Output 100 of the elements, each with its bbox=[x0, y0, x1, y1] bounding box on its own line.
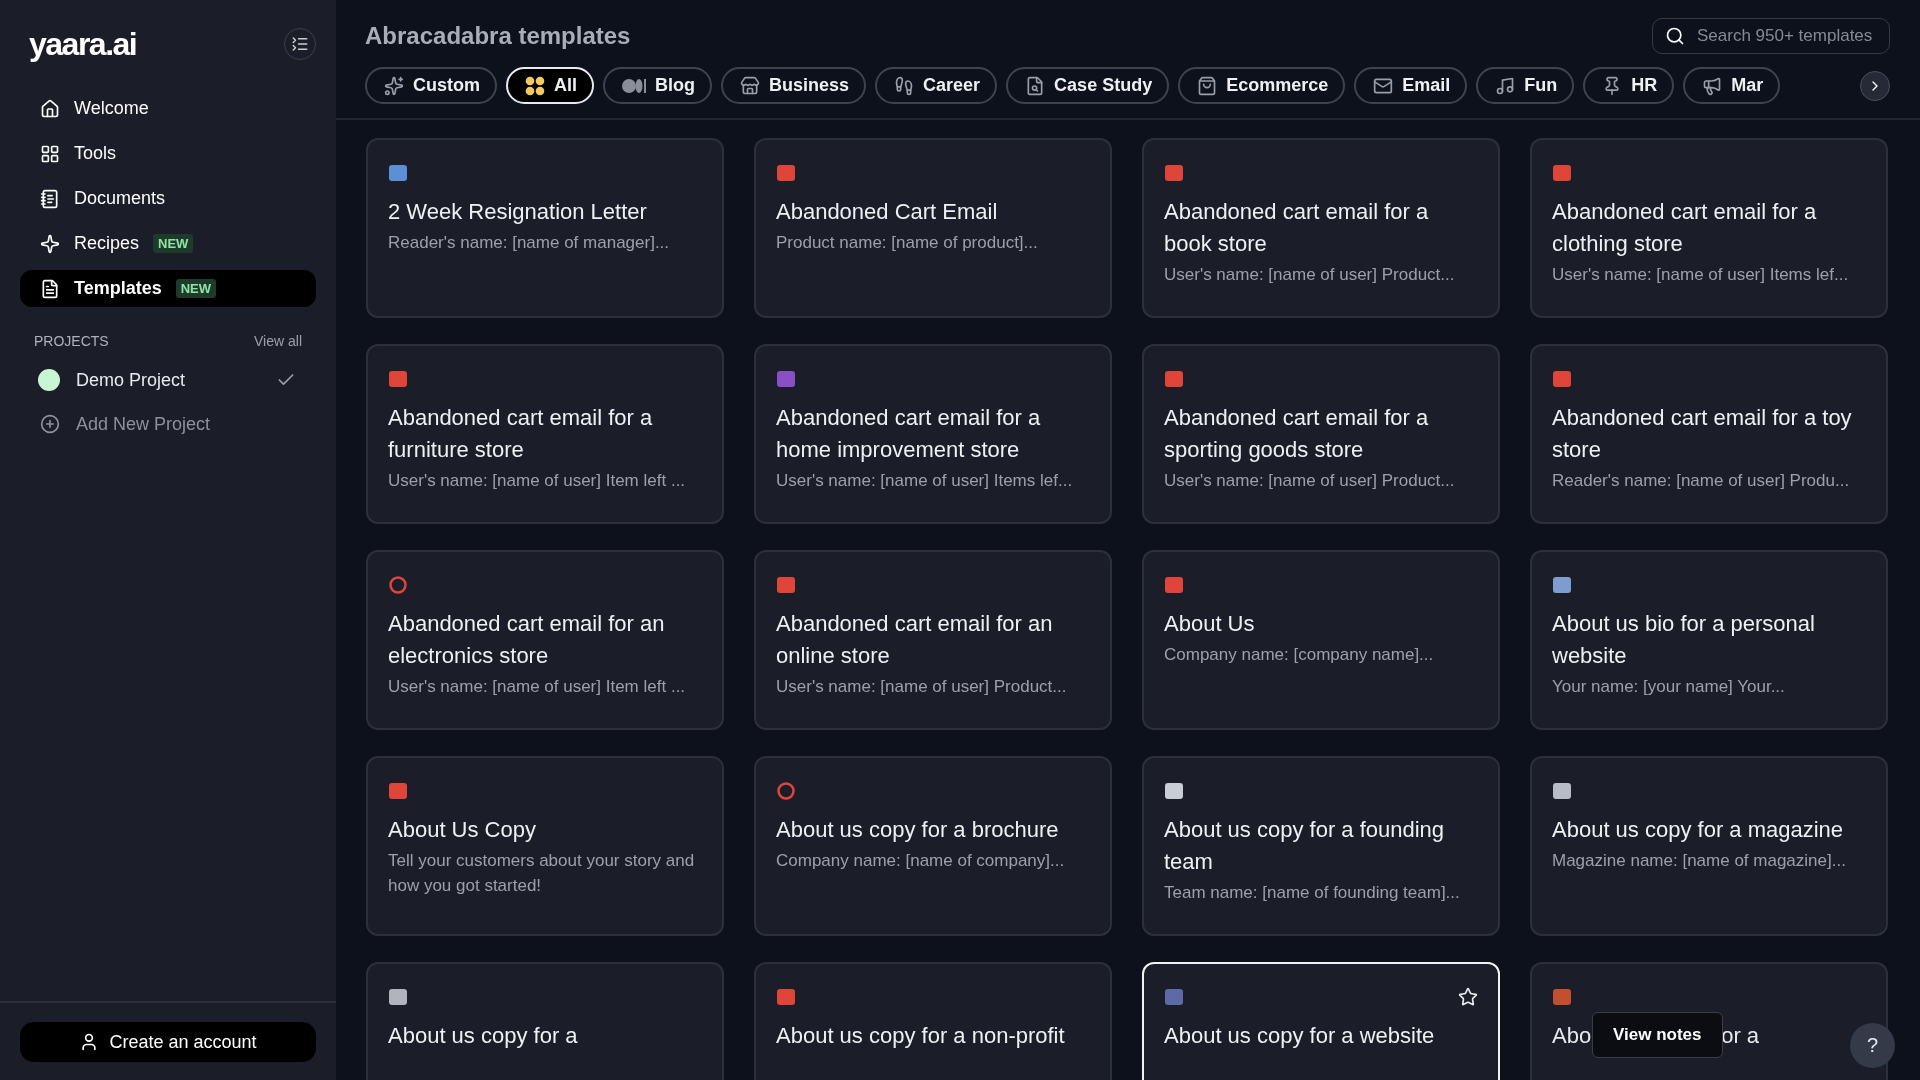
filter-chip[interactable]: All bbox=[506, 67, 594, 104]
card-title: Abandoned cart email for a furniture store bbox=[388, 404, 654, 464]
star-icon[interactable] bbox=[1458, 987, 1478, 1007]
card-title: Abandoned cart email for an online store bbox=[776, 610, 1054, 670]
filter-chip[interactable]: Custom bbox=[365, 67, 497, 104]
add-project-item[interactable]: Add New Project bbox=[20, 409, 316, 439]
template-card[interactable]: Abandoned cart email for a home improvement store User's name: [name of user] Items lef... bbox=[754, 344, 1112, 524]
page-title: Abracadabra templates bbox=[365, 22, 631, 50]
nav-label: Templates bbox=[74, 278, 162, 299]
card-description: Product name: [name of product]... bbox=[776, 232, 1039, 254]
card-title: Abandoned cart email for an electronics store bbox=[388, 610, 666, 670]
next-button[interactable] bbox=[1860, 70, 1890, 101]
card-description: Your name: [your name] Your... bbox=[1552, 676, 1786, 698]
template-card[interactable]: Abandoned cart email for a sporting goods store User's name: [name of user] Product... bbox=[1142, 344, 1500, 524]
nav-label: Documents bbox=[74, 188, 166, 209]
plus-icon bbox=[40, 414, 60, 434]
card-description: User's name: [name of user] Product... bbox=[1164, 264, 1456, 286]
template-card[interactable]: Abandoned cart email for an online store User's name: [name of user] Product... bbox=[754, 550, 1112, 730]
card-title: Abandoned cart email for a book store bbox=[1164, 198, 1430, 258]
create-account-button[interactable]: Create an account bbox=[20, 1022, 316, 1062]
filter-chip[interactable]: Mar bbox=[1683, 67, 1781, 104]
card-description: Company name: [name of company]... bbox=[776, 850, 1066, 872]
card-description: User's name: [name of user] Items lef... bbox=[1552, 264, 1850, 286]
filter-chip[interactable]: Case Study bbox=[1006, 67, 1170, 104]
nav-icon bbox=[40, 188, 60, 209]
chip-icon bbox=[384, 75, 404, 96]
chip-icon bbox=[1197, 75, 1218, 96]
template-card[interactable]: About Us Company name: [company name]... bbox=[1142, 550, 1500, 730]
card-title: Abandoned Cart Email bbox=[776, 198, 999, 226]
card-title: About Us bbox=[1164, 610, 1256, 638]
card-title: Abandoned cart email for a sporting goods store bbox=[1164, 404, 1430, 464]
filter-chip[interactable]: Ecommerce bbox=[1178, 67, 1346, 104]
filter-chip[interactable]: HR bbox=[1583, 67, 1675, 104]
nav-icon bbox=[40, 143, 60, 164]
search-field[interactable]: Search 950+ templates bbox=[1652, 18, 1890, 54]
chip-icon bbox=[1495, 75, 1516, 96]
nav-item[interactable]: Tools bbox=[20, 135, 316, 172]
collapse-icon bbox=[291, 35, 309, 53]
template-card[interactable]: About us copy for a brochure Company name: [name of company]... bbox=[754, 756, 1112, 936]
template-card[interactable]: Abandoned cart email for a toy store Reader's name: [name of user] Produ... bbox=[1530, 344, 1888, 524]
template-card[interactable]: About Us Copy Tell your customers about your story and how you got started! bbox=[366, 756, 724, 936]
card-description: Reader's name: [name of manager]... bbox=[388, 232, 671, 254]
card-description: Reader's name: [name of user] Produ... bbox=[1552, 470, 1851, 492]
template-card[interactable]: About us bio for a personal website Your name: [your name] Your... bbox=[1530, 550, 1888, 730]
project-item[interactable]: Demo Project bbox=[20, 365, 316, 395]
chip-icon bbox=[1702, 75, 1723, 96]
template-card[interactable]: Abandoned cart email for an electronics store User's name: [name of user] Item left ... bbox=[366, 550, 724, 730]
nav-icon bbox=[40, 98, 60, 119]
card-description: Tell your customers about your story and how you got started! bbox=[388, 850, 696, 897]
filter-chip[interactable]: Email bbox=[1354, 67, 1468, 104]
card-title: About us bio for a personal website bbox=[1552, 610, 1816, 670]
template-card[interactable]: About us copy for a bbox=[366, 962, 724, 1080]
add-project-label: Add New Project bbox=[76, 413, 211, 435]
filter-chip[interactable]: Business bbox=[721, 67, 867, 104]
new-badge: NEW bbox=[153, 234, 194, 253]
card-title: About us copy for a bbox=[388, 1022, 579, 1050]
grid-icon bbox=[525, 75, 545, 96]
card-description: User's name: [name of user] Items lef... bbox=[776, 470, 1074, 492]
nav-icon bbox=[40, 233, 60, 254]
card-title: About Us Copy bbox=[388, 816, 537, 844]
template-card[interactable]: About us copy for a non-profit bbox=[754, 962, 1112, 1080]
card-title: About us copy for a website bbox=[1164, 1022, 1436, 1050]
filter-chip[interactable]: Fun bbox=[1476, 67, 1575, 104]
nav-label: Recipes bbox=[74, 233, 140, 254]
ring-icon bbox=[776, 781, 796, 801]
card-description: Team name: [name of founding team]... bbox=[1164, 882, 1461, 904]
nav-icon bbox=[40, 278, 60, 299]
project-name: Demo Project bbox=[76, 369, 187, 391]
card-title: About us copy for a non-profit bbox=[776, 1022, 1066, 1050]
card-description: User's name: [name of user] Item left ... bbox=[388, 470, 687, 492]
card-title: 2 Week Resignation Letter bbox=[388, 198, 648, 226]
template-card[interactable]: About us copy for a magazine Magazine name: [name of magazine]... bbox=[1530, 756, 1888, 936]
card-description: Magazine name: [name of magazine]... bbox=[1552, 850, 1847, 872]
filter-chip[interactable]: Blog bbox=[603, 67, 712, 104]
circles-icon bbox=[622, 77, 646, 94]
template-card[interactable]: Abandoned cart email for a book store User's name: [name of user] Product... bbox=[1142, 138, 1500, 318]
template-card[interactable]: Abandoned Cart Email Product name: [name of product]... bbox=[754, 138, 1112, 318]
template-card[interactable]: About us copy for a founding team Team name: [name of founding team]... bbox=[1142, 756, 1500, 936]
card-title: Abandoned cart email for a home improvement store bbox=[776, 404, 1042, 464]
card-title: Abandoned cart email for a clothing store bbox=[1552, 198, 1818, 258]
chip-icon bbox=[894, 75, 915, 96]
nav-item[interactable]: Templates NEW bbox=[20, 270, 316, 307]
template-card[interactable]: 2 Week Resignation Letter Reader's name: [name of manager]... bbox=[366, 138, 724, 318]
card-description: User's name: [name of user] Product... bbox=[1164, 470, 1456, 492]
view-all-link[interactable]: View all bbox=[254, 333, 302, 349]
card-title: About us copy for a brochure bbox=[776, 816, 1060, 844]
template-card[interactable]: Abandoned cart email for a furniture store User's name: [name of user] Item left ... bbox=[366, 344, 724, 524]
filter-chip[interactable]: Career bbox=[875, 67, 998, 104]
card-title: About us copy for a magazine bbox=[1552, 816, 1845, 844]
projects-heading: PROJECTS bbox=[34, 333, 109, 349]
logo: yaara.ai bbox=[29, 25, 137, 63]
nav-item[interactable]: Welcome bbox=[20, 90, 316, 127]
tooltip: View notes bbox=[1592, 1012, 1723, 1058]
card-description: Company name: [company name]... bbox=[1164, 644, 1435, 666]
template-card[interactable]: About us copy for a website bbox=[1142, 962, 1500, 1080]
template-card[interactable]: Abandoned cart email for a clothing store User's name: [name of user] Items lef... bbox=[1530, 138, 1888, 318]
new-badge: NEW bbox=[175, 279, 217, 298]
nav-item[interactable]: Documents bbox=[20, 180, 316, 217]
nav-item[interactable]: Recipes NEW bbox=[20, 225, 316, 262]
search-icon bbox=[1665, 26, 1685, 46]
